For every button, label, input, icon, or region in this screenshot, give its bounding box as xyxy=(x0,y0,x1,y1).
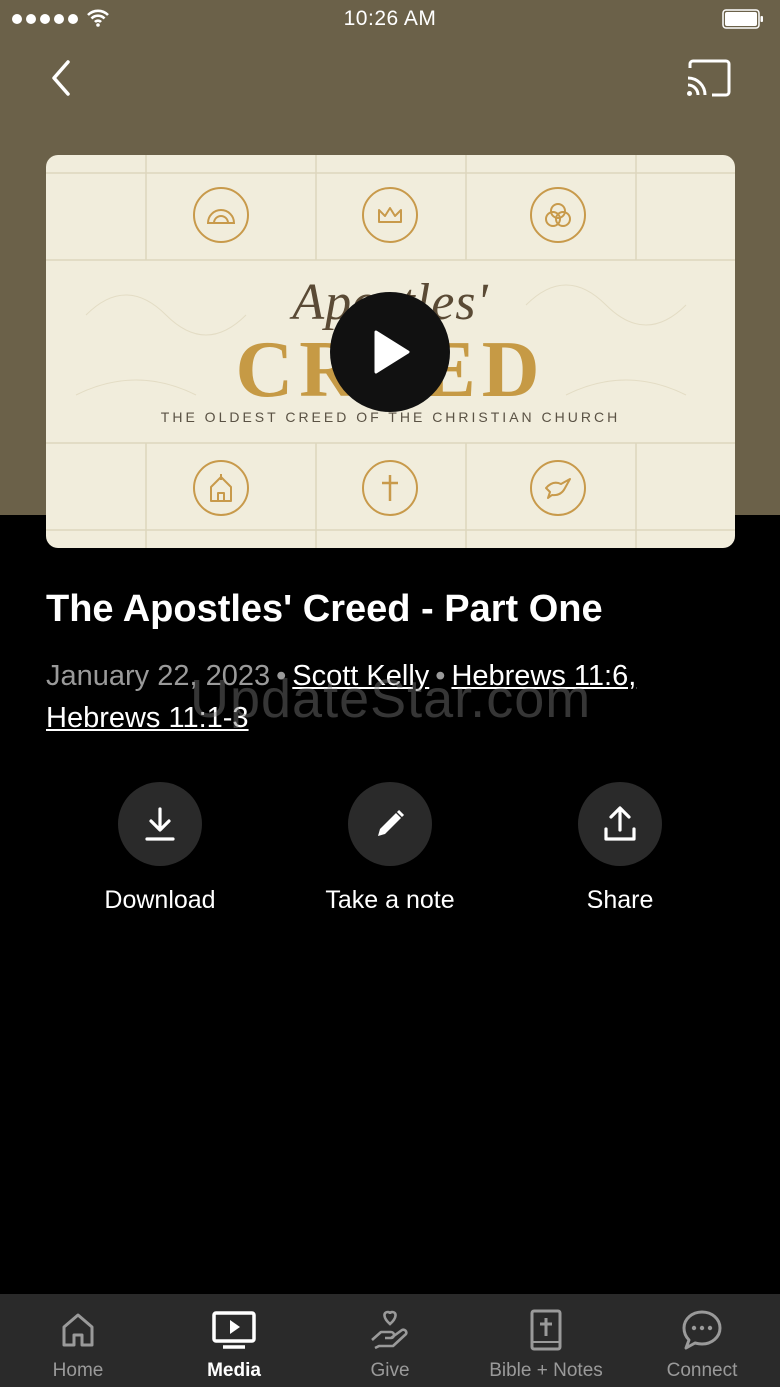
tab-bible-notes[interactable]: Bible + Notes xyxy=(468,1294,624,1387)
download-label: Download xyxy=(104,886,216,914)
battery-icon xyxy=(722,9,763,29)
cross-badge-icon xyxy=(362,460,418,516)
back-icon[interactable] xyxy=(40,56,84,100)
separator-dot: • xyxy=(276,660,287,692)
give-icon xyxy=(371,1310,408,1350)
church-badge-icon xyxy=(193,460,249,516)
tab-bible-notes-label: Bible + Notes xyxy=(489,1360,603,1381)
sermon-title: The Apostles' Creed - Part One xyxy=(46,588,603,630)
chat-bubble-icon xyxy=(682,1310,722,1350)
share-action[interactable]: Share xyxy=(505,782,735,915)
video-thumbnail[interactable]: Apostles' CREED THE OLDEST CREED OF THE … xyxy=(46,155,735,548)
speaker-link[interactable]: Scott Kelly xyxy=(292,660,429,692)
bible-icon xyxy=(530,1309,562,1351)
sermon-date: January 22, 2023 xyxy=(46,660,271,692)
status-bar: 10:26 AM xyxy=(0,0,780,40)
tab-bar: Home Media Give Bible + Notes Connect xyxy=(0,1294,780,1387)
tab-media-label: Media xyxy=(207,1360,261,1381)
share-icon xyxy=(604,806,636,841)
media-icon xyxy=(212,1311,256,1349)
crown-badge-icon xyxy=(362,187,418,243)
church-dome-badge-icon xyxy=(193,187,249,243)
tab-home-label: Home xyxy=(52,1360,104,1381)
download-button[interactable] xyxy=(118,782,202,866)
take-note-button[interactable] xyxy=(348,782,432,866)
take-note-action[interactable]: Take a note xyxy=(275,782,505,915)
scripture-link-2[interactable]: Hebrews 11:1-3 xyxy=(46,702,249,734)
share-button[interactable] xyxy=(578,782,662,866)
tab-give-label: Give xyxy=(370,1360,410,1381)
status-time: 10:26 AM xyxy=(343,7,437,30)
pencil-icon xyxy=(378,809,405,836)
sermon-meta: January 22, 2023 • Scott Kelly • Hebrews 11:… xyxy=(46,655,736,739)
play-icon xyxy=(374,330,410,374)
cast-icon[interactable] xyxy=(684,58,734,100)
tab-media[interactable]: Media xyxy=(156,1294,312,1387)
scripture-link-1[interactable]: Hebrews 11:6, xyxy=(451,660,636,692)
tab-connect-label: Connect xyxy=(666,1360,738,1381)
tab-connect[interactable]: Connect xyxy=(624,1294,780,1387)
home-icon xyxy=(62,1313,94,1347)
download-action[interactable]: Download xyxy=(45,782,275,915)
tab-home[interactable]: Home xyxy=(0,1294,156,1387)
take-note-label: Take a note xyxy=(325,886,455,914)
dove-badge-icon xyxy=(530,460,586,516)
download-icon xyxy=(145,807,175,841)
share-label: Share xyxy=(586,886,654,914)
separator-dot: • xyxy=(435,660,446,692)
play-button[interactable] xyxy=(330,292,450,412)
trinity-badge-icon xyxy=(530,187,586,243)
tab-give[interactable]: Give xyxy=(312,1294,468,1387)
